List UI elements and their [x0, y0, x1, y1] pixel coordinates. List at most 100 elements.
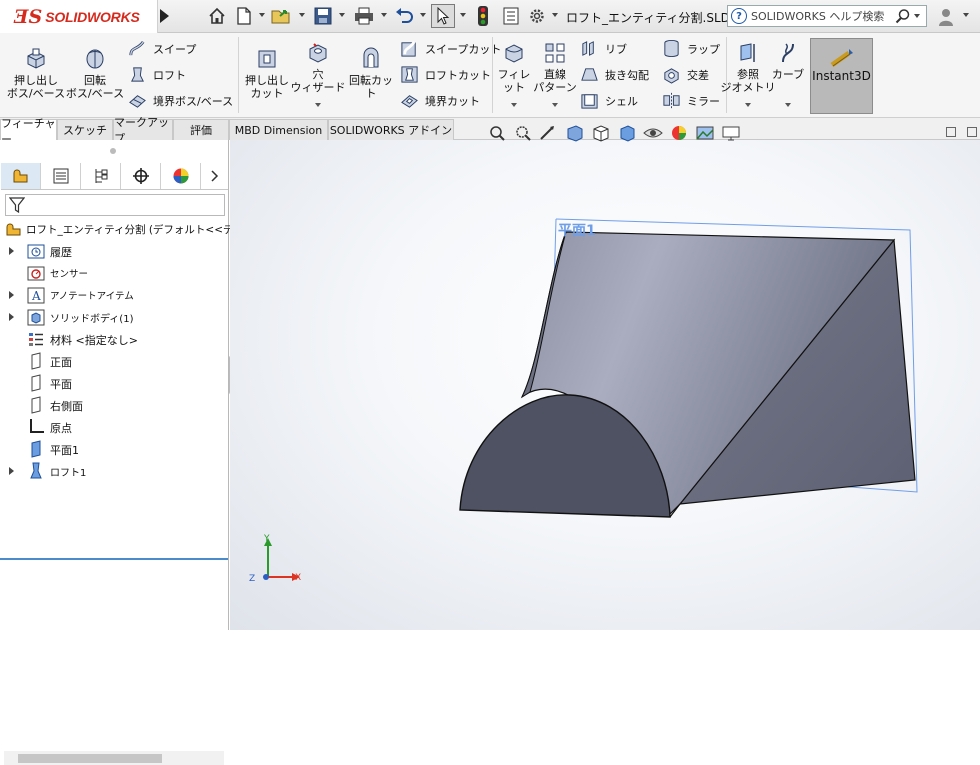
user-account-icon[interactable]: [938, 7, 954, 27]
save-icon[interactable]: [311, 4, 335, 28]
tree-item-right-plane[interactable]: 右側面: [0, 394, 229, 416]
loft-boss-button[interactable]: ロフト: [128, 65, 186, 84]
tab-solidworks-addins[interactable]: SOLIDWORKS アドイン: [328, 119, 454, 140]
expand-arrow-icon[interactable]: [9, 291, 14, 299]
graphics-viewport[interactable]: 平面1 Y X Z: [230, 125, 980, 630]
undo-icon[interactable]: [392, 4, 416, 28]
new-dropdown-icon[interactable]: [259, 13, 265, 17]
tab-mbd-dimension[interactable]: MBD Dimension: [229, 119, 328, 140]
dimxpert-manager-tab[interactable]: [121, 163, 161, 189]
tree-item-solid-bodies[interactable]: ソリッドボディ(1): [0, 306, 229, 328]
hide-show-items-icon[interactable]: [642, 124, 664, 142]
search-icon[interactable]: [895, 8, 911, 24]
fillet-dropdown-icon[interactable]: [511, 103, 517, 107]
save-dropdown-icon[interactable]: [339, 13, 345, 17]
rib-button[interactable]: リブ: [580, 39, 627, 58]
section-view-icon[interactable]: [564, 124, 586, 142]
tree-item-loft1[interactable]: ロフト1: [0, 460, 229, 482]
curves-button[interactable]: カーブ: [770, 41, 806, 81]
new-document-icon[interactable]: [233, 4, 255, 28]
print-dropdown-icon[interactable]: [381, 13, 387, 17]
open-dropdown-icon[interactable]: [299, 13, 305, 17]
boundary-boss-button[interactable]: 境界ボス/ベース: [128, 91, 233, 110]
solidworks-logo[interactable]: ƎS SOLIDWORKS: [0, 0, 158, 33]
tree-item-plane1[interactable]: 平面1: [0, 438, 229, 460]
property-manager-icon: [53, 168, 68, 184]
shell-button[interactable]: シェル: [580, 91, 638, 110]
feature-manager-tab[interactable]: [1, 163, 41, 189]
select-cursor-icon[interactable]: [431, 4, 455, 28]
options-dropdown-icon[interactable]: [552, 13, 558, 17]
panel-horizontal-scrollbar[interactable]: [4, 751, 224, 765]
zoom-to-area-icon[interactable]: [512, 124, 534, 142]
linear-pattern-dropdown-icon[interactable]: [552, 103, 558, 107]
linear-pattern-button[interactable]: 直線 パターン: [533, 41, 577, 94]
expand-arrow-icon[interactable]: [9, 247, 14, 255]
hole-wizard-dropdown-icon[interactable]: [315, 103, 321, 107]
sweep-boss-button[interactable]: スイープ: [128, 39, 196, 58]
rebuild-traffic-light-icon[interactable]: [473, 4, 493, 28]
extrude-boss-button[interactable]: 押し出し ボス/ベース: [6, 47, 66, 100]
apply-scene-icon[interactable]: [694, 124, 716, 142]
panel-grip[interactable]: [110, 148, 116, 154]
sweep-cut-button[interactable]: スイープカット: [400, 39, 501, 58]
intersect-button[interactable]: 交差: [662, 65, 709, 84]
draft-button[interactable]: 抜き勾配: [580, 65, 649, 84]
mirror-button[interactable]: ミラー: [662, 91, 720, 110]
view-settings-icon[interactable]: [720, 124, 742, 142]
display-style-icon[interactable]: [616, 124, 638, 142]
edit-appearance-icon[interactable]: [668, 124, 690, 142]
open-folder-icon[interactable]: [269, 4, 295, 28]
options-gear-icon[interactable]: [526, 4, 548, 28]
wrap-button[interactable]: ラップ: [662, 39, 720, 58]
scrollbar-thumb[interactable]: [18, 754, 162, 763]
expand-arrow-icon[interactable]: [9, 313, 14, 321]
configuration-manager-tab[interactable]: [81, 163, 121, 189]
maximize-view-icon[interactable]: [967, 127, 977, 137]
reference-geometry-button[interactable]: 参照 ジオメトリ: [721, 41, 776, 94]
curves-dropdown-icon[interactable]: [785, 103, 791, 107]
more-tabs-chevron-icon[interactable]: [201, 163, 228, 189]
help-search-box[interactable]: ? SOLIDWORKS ヘルプ検索: [727, 5, 927, 27]
extrude-cut-button[interactable]: 押し出し カット: [244, 47, 290, 100]
view-orientation-icon[interactable]: [590, 124, 612, 142]
undo-dropdown-icon[interactable]: [420, 13, 426, 17]
tree-item-annotations[interactable]: A アノテートアイテム: [0, 284, 229, 306]
tree-item-front-plane[interactable]: 正面: [0, 350, 229, 372]
home-icon[interactable]: [206, 4, 228, 28]
select-dropdown-icon[interactable]: [460, 13, 466, 17]
tab-markup[interactable]: マークアップ: [113, 116, 173, 145]
tree-item-history[interactable]: 履歴: [0, 240, 229, 262]
file-properties-icon[interactable]: [500, 4, 522, 28]
tree-item-origin[interactable]: 原点: [0, 416, 229, 438]
user-dropdown-icon[interactable]: [963, 13, 969, 17]
hole-wizard-button[interactable]: 穴 ウィザード: [291, 41, 346, 94]
plane1-label[interactable]: 平面1: [558, 223, 596, 239]
restore-view-icon[interactable]: [946, 127, 956, 137]
property-manager-tab[interactable]: [41, 163, 81, 189]
expand-menu-arrow-icon[interactable]: [160, 9, 169, 23]
expand-arrow-icon[interactable]: [9, 467, 14, 475]
zoom-to-fit-icon[interactable]: [486, 124, 508, 142]
fillet-button[interactable]: フィレット: [496, 41, 532, 94]
tab-features[interactable]: フィーチャー: [0, 117, 57, 146]
reference-geometry-dropdown-icon[interactable]: [745, 103, 751, 107]
tree-item-top-plane[interactable]: 平面: [0, 372, 229, 394]
search-dropdown-icon[interactable]: [914, 14, 920, 18]
print-icon[interactable]: [351, 4, 377, 28]
instant3d-button[interactable]: Instant3D: [810, 38, 873, 114]
tab-sketch[interactable]: スケッチ: [57, 119, 113, 140]
tree-item-material[interactable]: 材料 <指定なし>: [0, 328, 229, 350]
display-manager-tab[interactable]: [161, 163, 201, 189]
tree-root-part[interactable]: ロフト_エンティティ分割 (デフォルト<<デフォルト: [0, 218, 276, 240]
extrude-boss-label: 押し出し ボス/ベース: [6, 74, 66, 100]
revolve-cut-button[interactable]: 回転カット: [346, 47, 396, 100]
loft-cut-button[interactable]: ロフトカット: [400, 65, 491, 84]
revolve-boss-button[interactable]: 回転 ボス/ベース: [66, 47, 124, 100]
rollback-bar[interactable]: [0, 558, 228, 560]
tab-evaluate[interactable]: 評価: [173, 119, 229, 140]
tree-item-sensors[interactable]: センサー: [0, 262, 229, 284]
previous-view-icon[interactable]: [538, 124, 560, 142]
boundary-cut-button[interactable]: 境界カット: [400, 91, 480, 110]
tree-filter-box[interactable]: [5, 194, 225, 216]
